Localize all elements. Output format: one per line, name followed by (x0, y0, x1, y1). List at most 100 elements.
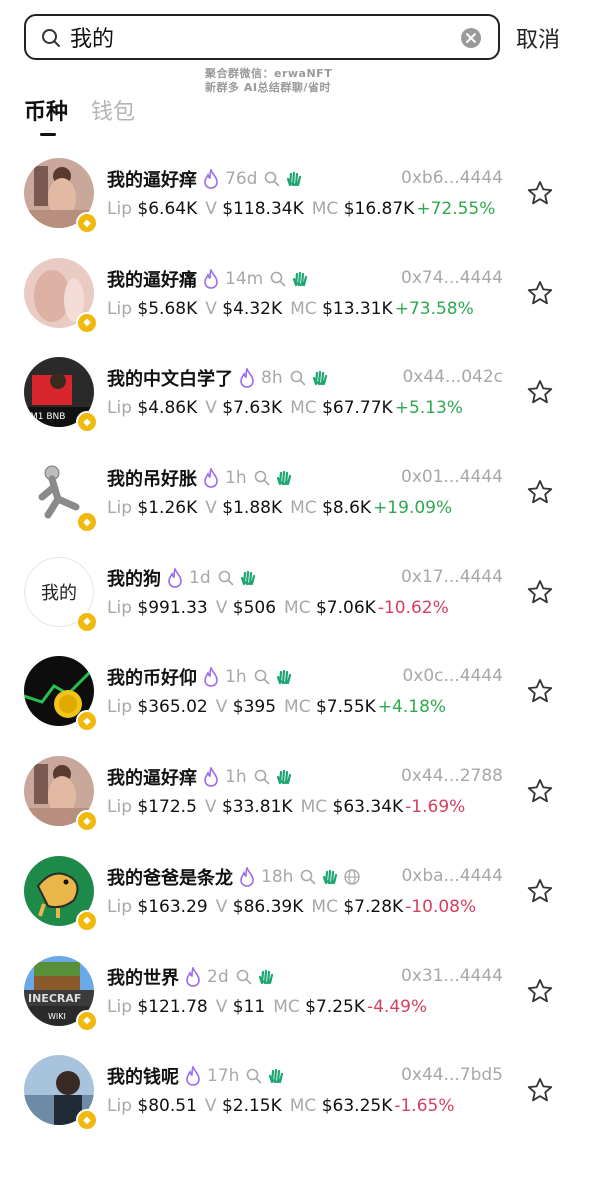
token-row[interactable]: ◆ 我的币好仰 1h 0x0c...4444 Lip $365.02 V $395 MC $… (0, 648, 589, 748)
hand-icon (269, 1069, 284, 1084)
volume-value: $506 (232, 597, 277, 618)
token-name: 我的中文白学了 (107, 369, 233, 391)
token-name: 我的币好仰 (107, 668, 197, 690)
search-icon[interactable] (253, 469, 271, 487)
liquidity-label: Lip (107, 697, 132, 718)
search-icon[interactable] (289, 369, 307, 387)
token-row[interactable]: ◆ 我的爸爸是条龙 18h 0xba...4444 Lip $163.29 V $86.3… (0, 848, 589, 948)
tab-wallets[interactable]: 钱包 (91, 94, 135, 126)
market-cap-value: $8.6K (322, 498, 372, 519)
token-age: 1h (225, 667, 247, 688)
token-stats-line: Lip $6.64K V $118.34K MC $16.87K +72.55% (107, 199, 495, 219)
token-row[interactable]: INECRAF WIKI ◆ 我的世界 2d 0x31...4444 Lip $121.78… (0, 948, 589, 1048)
token-address[interactable]: 0xba...4444 (401, 866, 503, 886)
token-stats-line: Lip $365.02 V $395 MC $7.55K +4.18% (107, 697, 446, 717)
search-icon (42, 29, 60, 47)
market-cap-label: MC (290, 498, 317, 519)
fire-icon (168, 567, 182, 588)
token-title-line: 我的吊好胀 1h (107, 465, 297, 491)
token-address[interactable]: 0x44...7bd5 (401, 1065, 503, 1085)
token-age: 1h (225, 468, 247, 489)
volume-value: $118.34K (222, 199, 304, 219)
token-address[interactable]: 0x31...4444 (401, 966, 503, 986)
liquidity-value: $172.5 (137, 797, 197, 818)
market-cap-label: MC (300, 797, 328, 818)
token-address[interactable]: 0x74...4444 (401, 268, 503, 288)
search-icon[interactable] (217, 569, 235, 587)
search-icon[interactable] (253, 768, 271, 786)
token-stats-line: Lip $172.5 V $33.81K MC $63.34K -1.69% (107, 797, 465, 817)
token-title-line: 我的世界 2d (107, 964, 279, 990)
fire-icon (186, 1066, 200, 1086)
volume-value: $11 (232, 996, 266, 1017)
token-row[interactable]: 我的 ◆ 我的狗 1d 0x17...4444 Lip $991.33 V $506 MC $… (0, 549, 589, 649)
fire-icon (240, 866, 254, 887)
token-row[interactable]: ◆ 我的逼好痒 1h 0x44...2788 Lip $172.5 V $33.81K MC… (0, 748, 589, 848)
volume-label: V (215, 697, 228, 718)
liquidity-value: $365.02 (137, 697, 208, 718)
bnb-chain-badge: ◆ (76, 511, 98, 534)
token-name: 我的吊好胀 (107, 469, 197, 491)
token-row[interactable]: ◆ 我的逼好痛 14m 0x74...4444 Lip $5.68K V $4.32K MC… (0, 250, 589, 350)
search-icon[interactable] (299, 868, 317, 886)
price-change: +4.18% (377, 697, 447, 718)
favorite-star-icon[interactable] (526, 777, 554, 805)
liquidity-value: $5.68K (137, 298, 198, 319)
token-row[interactable]: ◆ 我的逼好痒 76d 0xb6...4444 Lip $6.64K V $118.34K… (0, 150, 589, 250)
top-bar: 取消 聚合群微信：erwaNFT 新群多 AI总结群聊/省时 币种 钱包 (0, 0, 589, 150)
hand-icon (258, 969, 273, 984)
token-title-line: 我的狗 1d (107, 565, 261, 591)
market-cap-label: MC (311, 199, 339, 219)
bnb-chain-badge: ◆ (76, 311, 98, 334)
token-address[interactable]: 0x44...2788 (401, 766, 503, 786)
token-row[interactable]: M1 BNB ◆ 我的中文白学了 8h 0x44...042c Lip $4.86K V $… (0, 349, 589, 449)
search-icon[interactable] (245, 1067, 263, 1085)
hand-icon (293, 271, 308, 286)
token-stats-line: Lip $4.86K V $7.63K MC $67.77K +5.13% (107, 398, 463, 418)
price-change: -10.08% (405, 896, 477, 917)
globe-icon[interactable] (343, 868, 361, 886)
liquidity-value: $121.78 (137, 996, 208, 1017)
svg-text:INECRAF: INECRAF (28, 992, 81, 1005)
token-stats-line: Lip $5.68K V $4.32K MC $13.31K +73.58% (107, 299, 474, 319)
token-address[interactable]: 0x17...4444 (401, 567, 503, 587)
favorite-star-icon[interactable] (526, 478, 554, 506)
favorite-star-icon[interactable] (526, 179, 554, 207)
bnb-chain-badge: ◆ (76, 610, 98, 633)
search-input[interactable] (70, 22, 450, 52)
price-change: +5.13% (394, 398, 463, 419)
hand-icon (287, 171, 302, 187)
token-address[interactable]: 0x0c...4444 (402, 666, 503, 686)
favorite-star-icon[interactable] (526, 578, 554, 606)
token-row[interactable]: ◆ 我的钱呢 17h 0x44...7bd5 Lip $80.51 V $2.15K MC … (0, 1047, 589, 1147)
market-cap-value: $63.34K (332, 797, 404, 818)
search-icon[interactable] (235, 968, 253, 986)
search-icon[interactable] (263, 170, 281, 188)
token-row[interactable]: ◆ 我的吊好胀 1h 0x01...4444 Lip $1.26K V $1.88K MC … (0, 449, 589, 549)
cancel-button[interactable]: 取消 (516, 22, 560, 54)
active-tab-indicator (40, 133, 56, 136)
volume-value: $86.39K (232, 896, 304, 917)
volume-value: $7.63K (222, 398, 283, 419)
favorite-star-icon[interactable] (526, 279, 554, 307)
search-icon[interactable] (269, 270, 287, 288)
token-address[interactable]: 0x01...4444 (401, 467, 503, 487)
token-address[interactable]: 0xb6...4444 (401, 168, 503, 188)
price-change: -4.49% (367, 996, 428, 1017)
favorite-star-icon[interactable] (526, 1076, 554, 1104)
search-box[interactable] (24, 14, 500, 60)
market-cap-label: MC (290, 398, 317, 419)
volume-label: V (205, 199, 217, 219)
bnb-chain-badge: ◆ (76, 411, 98, 434)
bnb-chain-badge: ◆ (76, 1109, 98, 1132)
tab-tokens[interactable]: 币种 (24, 94, 68, 126)
favorite-star-icon[interactable] (526, 977, 554, 1005)
token-title-line: 我的逼好痛 14m (107, 266, 313, 292)
favorite-star-icon[interactable] (526, 877, 554, 905)
search-icon[interactable] (253, 668, 271, 686)
liquidity-label: Lip (107, 298, 132, 319)
favorite-star-icon[interactable] (526, 378, 554, 406)
clear-icon[interactable] (460, 27, 482, 49)
token-address[interactable]: 0x44...042c (402, 367, 503, 387)
favorite-star-icon[interactable] (526, 677, 554, 705)
